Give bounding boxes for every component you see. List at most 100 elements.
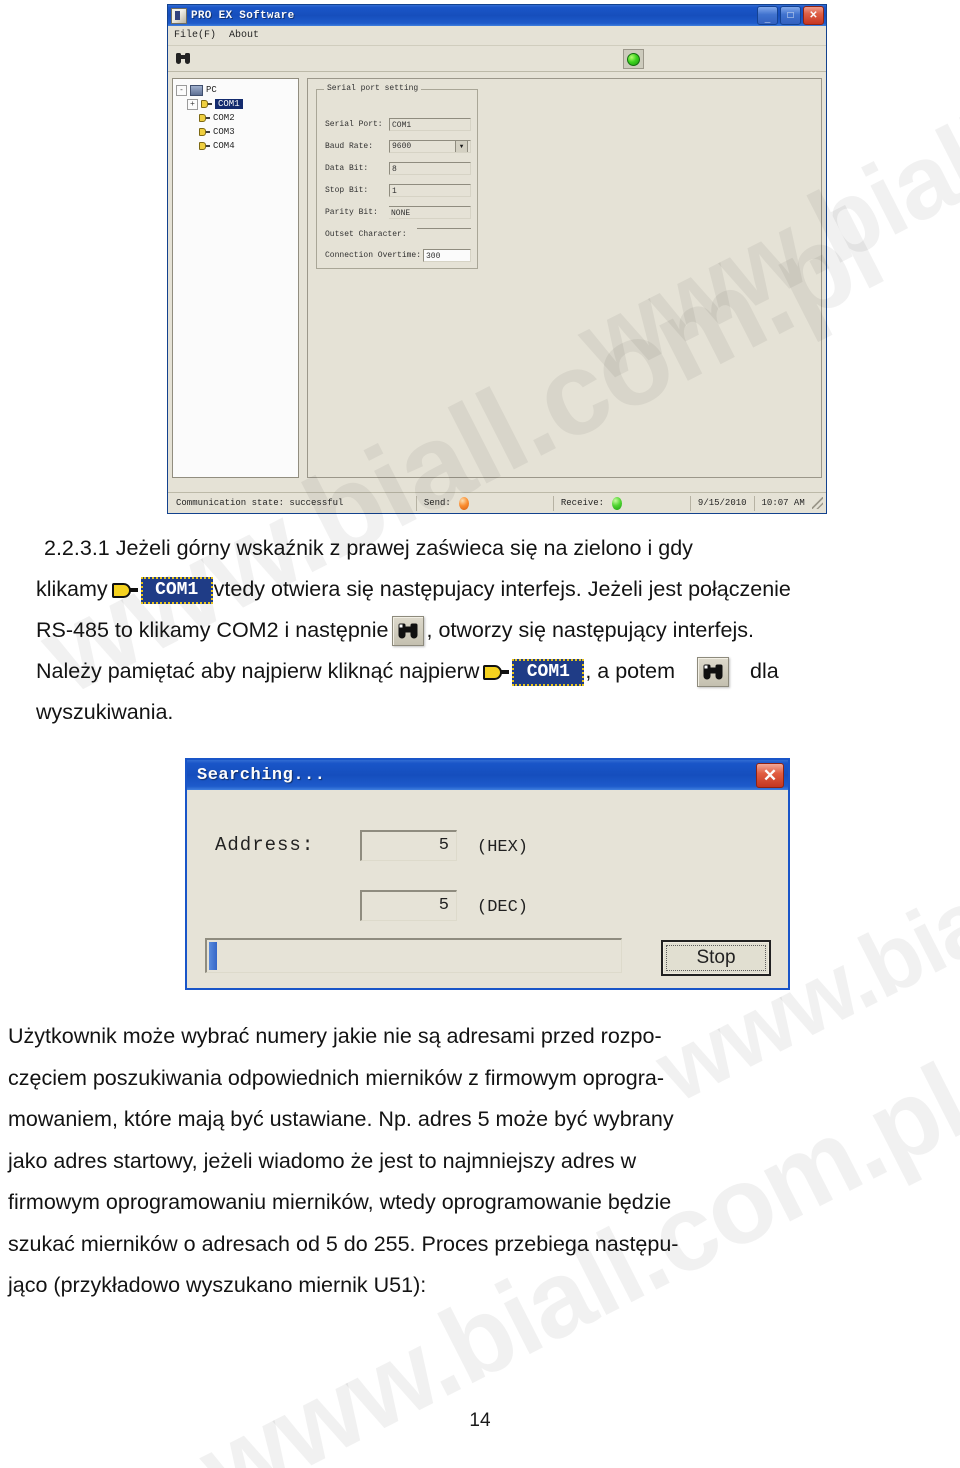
pro-ex-software-window: PRO EX Software _ □ ✕ File(F) About - PC… — [167, 4, 827, 514]
com1-badge-icon: COM1 — [140, 576, 213, 604]
address-hex-input[interactable]: 5 — [360, 830, 457, 861]
field-label: Connection Overtime: — [325, 251, 422, 260]
dialog-title: Searching... — [197, 765, 326, 785]
field-label: Baud Rate: — [325, 142, 374, 151]
connection-status-indicator — [623, 49, 644, 69]
baud-rate-select[interactable]: 9600 ▼ — [389, 140, 471, 153]
tree-node-com4[interactable]: COM4 — [176, 139, 295, 153]
group-title: Serial port setting — [324, 84, 422, 93]
settings-panel: Serial port setting Serial Port: COM1 Ba… — [307, 78, 822, 478]
outset-character-input[interactable] — [417, 228, 471, 241]
maximize-icon: □ — [787, 9, 794, 21]
time-text: 10:07 AM — [761, 498, 805, 508]
menu-item-about[interactable]: About — [229, 30, 259, 41]
paragraph-line: mowaniem, które mają być ustawiane. Np. … — [8, 1107, 674, 1131]
minimize-button[interactable]: _ — [757, 6, 778, 25]
tree-node-label: COM3 — [213, 127, 235, 137]
close-button[interactable]: ✕ — [803, 6, 824, 25]
paragraph-line: Należy pamiętać aby najpierw kliknąć naj… — [36, 651, 936, 692]
com1-badge-icon: COM1 — [512, 658, 585, 686]
serial-port-setting-group: Serial port setting Serial Port: COM1 Ba… — [316, 84, 478, 269]
text-fragment: Należy pamiętać aby najpierw kliknąć naj… — [36, 659, 480, 683]
baud-rate-value: 9600 — [392, 142, 412, 151]
send-label: Send: — [423, 498, 451, 508]
parity-bit-input[interactable]: NONE — [389, 206, 471, 219]
dialog-body: Address: 5 (HEX) 5 (DEC) Stop — [187, 790, 788, 988]
window-body: - PC + COM1 COM2 COM3 COM4 Serial port s… — [168, 72, 826, 509]
send-led-icon — [458, 496, 469, 510]
field-connection-overtime: Connection Overtime: 300 — [325, 247, 471, 264]
app-icon — [171, 7, 187, 24]
paragraph-line: jąco (przykładowo wyszukano miernik U51)… — [8, 1273, 427, 1297]
dec-unit-label: (DEC) — [477, 898, 529, 917]
search-progress-bar — [205, 938, 622, 973]
resize-grip-icon[interactable] — [811, 497, 824, 509]
binoculars-icon — [703, 664, 723, 680]
text-fragment: klikamy — [36, 577, 108, 601]
window-title: PRO EX Software — [191, 9, 295, 22]
paragraph-line: jako adres startowy, jeżeli wiadomo że j… — [8, 1148, 637, 1173]
serial-port-icon — [199, 142, 210, 150]
serial-port-icon — [199, 128, 210, 136]
binoculars-button-icon — [391, 616, 424, 647]
tree-node-com2[interactable]: COM2 — [176, 111, 295, 125]
field-serial-port: Serial Port: COM1 — [325, 116, 471, 133]
close-icon: ✕ — [809, 9, 818, 21]
binoculars-button-icon — [696, 657, 729, 688]
device-tree-panel[interactable]: - PC + COM1 COM2 COM3 COM4 — [172, 78, 299, 478]
tree-node-label: COM2 — [213, 113, 235, 123]
stop-button[interactable]: Stop — [661, 940, 771, 976]
address-label: Address: — [215, 834, 315, 856]
status-text: Communication state: successful — [176, 498, 344, 508]
dialog-close-button[interactable]: ✕ — [756, 762, 784, 788]
data-bit-input[interactable]: 8 — [389, 162, 471, 175]
chevron-down-icon[interactable]: ▼ — [455, 141, 468, 152]
statusbar: Communication state: successful Send: Re… — [168, 492, 826, 513]
paragraph-2: Użytkownik może wybrać numery jakie nie … — [8, 1016, 954, 1307]
status-send: Send: — [417, 495, 554, 511]
serial-port-input[interactable]: COM1 — [389, 118, 471, 131]
text-fragment: , a potem — [585, 659, 675, 683]
field-parity-bit: Parity Bit: NONE — [325, 204, 471, 221]
hex-unit-label: (HEX) — [477, 838, 529, 857]
field-outset-character: Outset Character: — [325, 226, 471, 243]
address-dec-input[interactable]: 5 — [360, 890, 457, 921]
maximize-button[interactable]: □ — [780, 6, 801, 25]
toolbar-search-button[interactable] — [171, 48, 194, 70]
field-label: Parity Bit: — [325, 208, 378, 217]
dialog-titlebar: Searching... ✕ — [187, 760, 788, 790]
serial-port-icon — [199, 114, 210, 122]
tree-node-com1[interactable]: + COM1 — [176, 97, 295, 111]
receive-label: Receive: — [560, 498, 605, 508]
text-fragment: RS-485 to klikamy COM2 i następnie — [36, 618, 389, 642]
binoculars-icon — [398, 623, 418, 639]
connection-overtime-input[interactable]: 300 — [423, 249, 471, 262]
paragraph-line: częciem poszukiwania odpowiednich mierni… — [8, 1065, 665, 1090]
page-number: 14 — [469, 1410, 491, 1431]
paragraph-line: szukać mierników o adresach od 5 do 255.… — [8, 1231, 679, 1256]
searching-dialog: Searching... ✕ Address: 5 (HEX) 5 (DEC) … — [185, 758, 790, 990]
field-label: Stop Bit: — [325, 186, 369, 195]
menu-item-file[interactable]: File(F) — [174, 30, 216, 41]
field-label: Outset Character: — [325, 230, 407, 239]
field-data-bit: Data Bit: 8 — [325, 160, 471, 177]
paragraph-1: 2.2.3.1 Jeżeli górny wskaźnik z prawej z… — [36, 528, 936, 733]
tree-expander-icon[interactable]: - — [176, 84, 187, 96]
status-date: 9/15/2010 — [691, 495, 755, 511]
date-text: 9/15/2010 — [697, 498, 747, 508]
tree-node-pc[interactable]: - PC — [176, 83, 295, 97]
window-titlebar: PRO EX Software _ □ ✕ — [168, 5, 826, 26]
progress-fill — [209, 942, 217, 970]
tree-node-label: PC — [206, 85, 217, 95]
receive-led-icon — [612, 496, 623, 510]
tree-node-com3[interactable]: COM3 — [176, 125, 295, 139]
status-receive: Receive: — [554, 495, 691, 511]
stop-bit-input[interactable]: 1 — [389, 184, 471, 197]
tree-node-label: COM1 — [215, 99, 243, 109]
field-label: Serial Port: — [325, 120, 383, 129]
tree-expander-icon[interactable]: + — [187, 98, 198, 110]
tree-node-label: COM4 — [213, 141, 235, 151]
paragraph-line: Użytkownik może wybrać numery jakie nie … — [8, 1024, 662, 1048]
binoculars-icon — [175, 53, 190, 64]
text-fragment: , otworzy się następujący interfejs. — [426, 618, 754, 642]
